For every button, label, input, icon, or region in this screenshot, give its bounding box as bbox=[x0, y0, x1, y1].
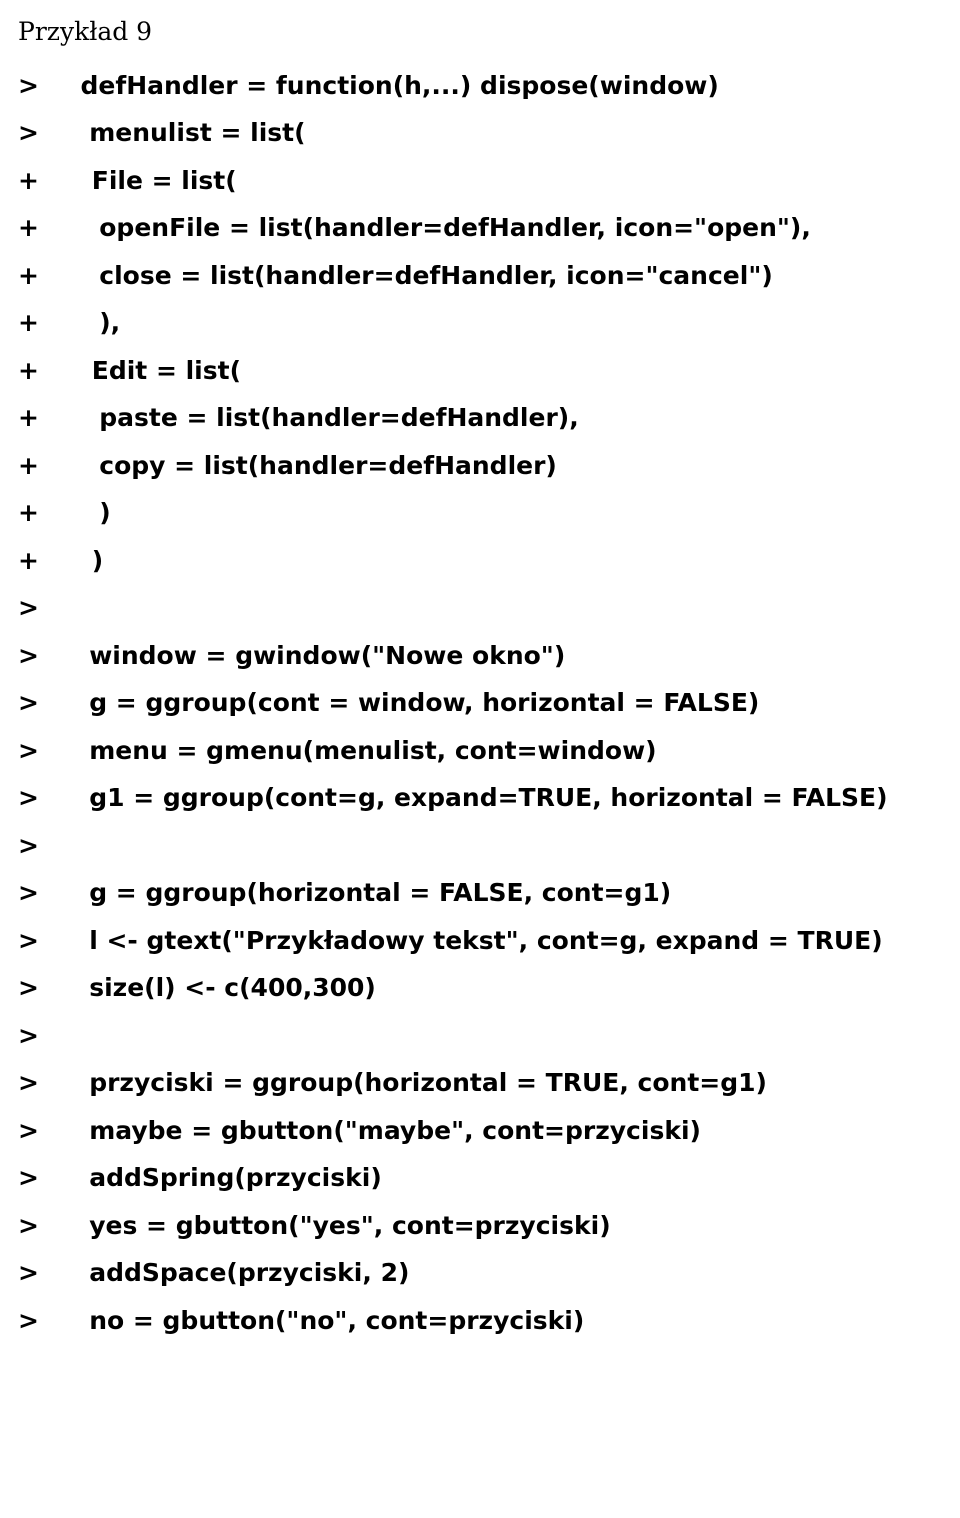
code-line: +) bbox=[18, 489, 942, 537]
prompt-symbol: > bbox=[18, 1249, 53, 1297]
code-line: +) bbox=[18, 537, 942, 585]
code-line: > g = ggroup(horizontal = FALSE, cont=g1… bbox=[18, 869, 942, 917]
code-text: przyciski = ggroup(horizontal = TRUE, co… bbox=[53, 1068, 767, 1097]
document-page: Przykład 9 >defHandler = function(h,...)… bbox=[0, 0, 960, 1384]
prompt-symbol: + bbox=[18, 537, 53, 585]
code-text: l <- gtext("Przykładowy tekst", cont=g, … bbox=[53, 926, 883, 955]
code-text: menu = gmenu(menulist, cont=window) bbox=[53, 736, 657, 765]
code-line: > bbox=[18, 822, 942, 870]
prompt-symbol: + bbox=[18, 204, 53, 252]
code-line: > bbox=[18, 1012, 942, 1060]
code-line: > yes = gbutton("yes", cont=przyciski) bbox=[18, 1202, 942, 1250]
prompt-symbol: > bbox=[18, 1154, 53, 1202]
code-line: +close = list(handler=defHandler, icon="… bbox=[18, 252, 942, 300]
code-line: +File = list( bbox=[18, 157, 942, 205]
code-line: > maybe = gbutton("maybe", cont=przycisk… bbox=[18, 1107, 942, 1155]
prompt-symbol: > bbox=[18, 584, 53, 632]
prompt-symbol: + bbox=[18, 299, 53, 347]
code-line: > addSpring(przyciski) bbox=[18, 1154, 942, 1202]
prompt-symbol: + bbox=[18, 442, 53, 490]
prompt-symbol: > bbox=[18, 822, 53, 870]
prompt-symbol: > bbox=[18, 62, 53, 110]
prompt-symbol: > bbox=[18, 774, 53, 822]
code-text: File = list( bbox=[53, 166, 237, 195]
code-line: > no = gbutton("no", cont=przyciski) bbox=[18, 1297, 942, 1345]
prompt-symbol: > bbox=[18, 869, 53, 917]
prompt-symbol: > bbox=[18, 964, 53, 1012]
prompt-symbol: > bbox=[18, 632, 53, 680]
code-text: Edit = list( bbox=[53, 356, 241, 385]
code-line: > przyciski = ggroup(horizontal = TRUE, … bbox=[18, 1059, 942, 1107]
code-line: > window = gwindow("Nowe okno") bbox=[18, 632, 942, 680]
code-line: > g = ggroup(cont = window, horizontal =… bbox=[18, 679, 942, 727]
code-line: > bbox=[18, 584, 942, 632]
code-line: +paste = list(handler=defHandler), bbox=[18, 394, 942, 442]
code-text: ) bbox=[53, 546, 103, 575]
code-text: ), bbox=[53, 308, 120, 337]
prompt-symbol: > bbox=[18, 727, 53, 775]
prompt-symbol: > bbox=[18, 1107, 53, 1155]
code-line: > menu = gmenu(menulist, cont=window) bbox=[18, 727, 942, 775]
prompt-symbol: > bbox=[18, 1059, 53, 1107]
code-text: defHandler = function(h,...) dispose(win… bbox=[53, 71, 719, 100]
code-text: close = list(handler=defHandler, icon="c… bbox=[53, 261, 773, 290]
prompt-symbol: > bbox=[18, 1012, 53, 1060]
prompt-symbol: + bbox=[18, 394, 53, 442]
code-text: maybe = gbutton("maybe", cont=przyciski) bbox=[53, 1116, 701, 1145]
code-text: g1 = ggroup(cont=g, expand=TRUE, horizon… bbox=[53, 783, 888, 812]
prompt-symbol: > bbox=[18, 917, 53, 965]
code-text: openFile = list(handler=defHandler, icon… bbox=[53, 213, 811, 242]
code-listing: >defHandler = function(h,...) dispose(wi… bbox=[18, 62, 942, 1345]
prompt-symbol: + bbox=[18, 157, 53, 205]
code-line: >defHandler = function(h,...) dispose(wi… bbox=[18, 62, 942, 110]
code-line: +Edit = list( bbox=[18, 347, 942, 395]
prompt-symbol: > bbox=[18, 109, 53, 157]
prompt-symbol: > bbox=[18, 679, 53, 727]
code-text: menulist = list( bbox=[53, 118, 306, 147]
code-line: +openFile = list(handler=defHandler, ico… bbox=[18, 204, 942, 252]
document-title: Przykład 9 bbox=[18, 8, 942, 56]
code-line: > addSpace(przyciski, 2) bbox=[18, 1249, 942, 1297]
code-line: +), bbox=[18, 299, 942, 347]
code-line: > g1 = ggroup(cont=g, expand=TRUE, horiz… bbox=[18, 774, 942, 822]
code-text: ) bbox=[53, 498, 111, 527]
code-text: addSpace(przyciski, 2) bbox=[53, 1258, 409, 1287]
prompt-symbol: + bbox=[18, 489, 53, 537]
code-text: paste = list(handler=defHandler), bbox=[53, 403, 579, 432]
code-text: no = gbutton("no", cont=przyciski) bbox=[53, 1306, 584, 1335]
code-text: g = ggroup(cont = window, horizontal = F… bbox=[53, 688, 759, 717]
code-line: > l <- gtext("Przykładowy tekst", cont=g… bbox=[18, 917, 942, 965]
code-line: > size(l) <- c(400,300) bbox=[18, 964, 942, 1012]
code-line: +copy = list(handler=defHandler) bbox=[18, 442, 942, 490]
code-text: window = gwindow("Nowe okno") bbox=[53, 641, 565, 670]
code-text: addSpring(przyciski) bbox=[53, 1163, 382, 1192]
prompt-symbol: > bbox=[18, 1202, 53, 1250]
code-text: g = ggroup(horizontal = FALSE, cont=g1) bbox=[53, 878, 671, 907]
code-text: yes = gbutton("yes", cont=przyciski) bbox=[53, 1211, 611, 1240]
prompt-symbol: + bbox=[18, 252, 53, 300]
code-line: > menulist = list( bbox=[18, 109, 942, 157]
prompt-symbol: > bbox=[18, 1297, 53, 1345]
code-text: size(l) <- c(400,300) bbox=[53, 973, 376, 1002]
prompt-symbol: + bbox=[18, 347, 53, 395]
code-text: copy = list(handler=defHandler) bbox=[53, 451, 557, 480]
